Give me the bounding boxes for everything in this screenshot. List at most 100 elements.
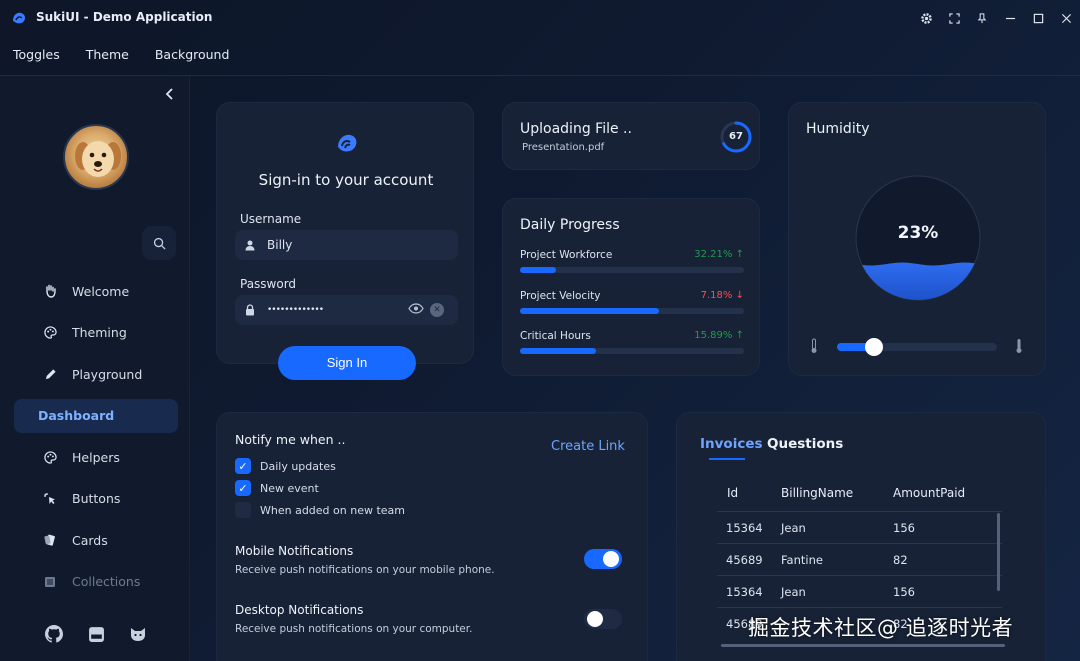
upload-title: Uploading File ..: [520, 121, 632, 137]
sidebar-item-theming[interactable]: Theming: [14, 316, 178, 350]
slider-thumb[interactable]: [864, 338, 883, 356]
user-icon: [245, 240, 259, 251]
sidebar-item-buttons[interactable]: Buttons: [14, 482, 178, 516]
progress-value: 15.89% ↑: [694, 330, 744, 341]
column-header-billingname[interactable]: BillingName: [781, 486, 853, 500]
sidebar-item-label: Dashboard: [38, 408, 115, 423]
checkbox-label: When added on new team: [260, 503, 406, 517]
cards-icon: [42, 532, 58, 548]
search-button[interactable]: [142, 226, 176, 260]
checkbox-checked[interactable]: ✓: [235, 458, 251, 474]
minimize-icon[interactable]: [996, 0, 1024, 36]
sidebar-item-label: Collections: [72, 574, 141, 589]
progress-track: [520, 348, 744, 354]
settings-gear-icon[interactable]: [912, 0, 940, 36]
collection-icon: [42, 574, 58, 590]
daily-progress-card: Daily Progress Project Workforce 32.21% …: [502, 198, 760, 376]
username-field[interactable]: Billy: [235, 230, 458, 260]
sidebar-item-label: Welcome: [72, 283, 130, 299]
eye-icon[interactable]: [408, 303, 424, 317]
close-icon[interactable]: [1052, 0, 1080, 36]
cell-id: 45689: [726, 553, 763, 567]
table-row[interactable]: 45689 Fantine 82: [717, 543, 1002, 575]
sidebar-item-label: Buttons: [72, 491, 121, 506]
checkbox-daily-updates[interactable]: ✓ Daily updates: [235, 458, 336, 474]
chevron-left-icon[interactable]: [160, 86, 180, 106]
arrow-down-icon: ↓: [735, 290, 744, 301]
app-logo-icon: [13, 12, 25, 24]
progress-row: Critical Hours 15.89% ↑: [520, 330, 744, 354]
progress-fill: [520, 308, 659, 314]
hand-wave-icon: [42, 283, 58, 299]
tab-questions[interactable]: Questions: [767, 436, 843, 452]
fullscreen-icon[interactable]: [940, 0, 968, 36]
cell-billingname: Jean: [781, 521, 806, 535]
pin-icon[interactable]: [968, 0, 996, 36]
notify-title: Notify me when ..: [235, 432, 346, 447]
sidebar-item-collections[interactable]: Collections: [14, 565, 178, 599]
cell-amountpaid: 156: [893, 585, 915, 599]
progress-fill: [520, 348, 597, 354]
palette-icon: [42, 325, 58, 341]
github-icon[interactable]: [44, 624, 64, 644]
window-app-icon[interactable]: [86, 624, 106, 644]
create-link-button[interactable]: Create Link: [551, 439, 625, 454]
humidity-value: 23%: [897, 223, 939, 243]
column-header-id[interactable]: Id: [727, 486, 738, 500]
checkbox-checked[interactable]: ✓: [235, 480, 251, 496]
daily-progress-title: Daily Progress: [520, 217, 620, 233]
password-field[interactable]: ••••••••••••• ✕: [235, 295, 458, 325]
checkbox-new-event[interactable]: ✓ New event: [235, 480, 319, 496]
checkbox-added-team[interactable]: When added on new team: [235, 502, 405, 518]
password-label: Password: [240, 277, 297, 291]
app-logo-icon: [338, 134, 357, 152]
menu-toggles[interactable]: Toggles: [0, 40, 73, 70]
signin-button[interactable]: Sign In: [278, 346, 416, 380]
cell-amountpaid: 156: [893, 521, 915, 535]
menu-bar: Toggles Theme Background: [0, 40, 242, 70]
checkbox-label: Daily updates: [260, 459, 336, 473]
avatar[interactable]: [63, 124, 129, 190]
checkbox-unchecked[interactable]: [235, 502, 251, 518]
mobile-notifications-toggle[interactable]: [584, 549, 622, 569]
table-row[interactable]: 15364 Jean 156: [717, 575, 1002, 607]
upload-percent: 67: [729, 131, 743, 142]
humidity-card: Humidity 23%: [788, 102, 1046, 376]
menu-background[interactable]: Background: [142, 40, 243, 70]
humidity-title: Humidity: [806, 121, 870, 137]
sidebar-nav: Welcome Theming Playground Dashboard Hel…: [14, 274, 178, 606]
cat-icon[interactable]: [128, 624, 148, 644]
signin-heading: Sign-in to your account: [258, 171, 434, 189]
cell-id: 15364: [726, 521, 763, 535]
arrow-up-icon: ↑: [735, 249, 744, 260]
table-horizontal-scrollbar[interactable]: [721, 644, 1005, 647]
sidebar-item-label: Playground: [72, 366, 143, 382]
username-label: Username: [240, 212, 302, 226]
desktop-notifications-desc: Receive push notifications on your compu…: [235, 623, 473, 635]
sidebar-item-helpers[interactable]: Helpers: [14, 440, 178, 474]
arrow-up-icon: ↑: [735, 330, 744, 341]
column-header-amountpaid[interactable]: AmountPaid: [893, 486, 965, 500]
desktop-notifications-toggle[interactable]: [584, 609, 622, 629]
progress-value: 32.21% ↑: [694, 249, 744, 260]
clear-icon[interactable]: ✕: [430, 303, 444, 317]
notify-card: Notify me when .. Create Link ✓ Daily up…: [216, 412, 648, 661]
humidity-slider[interactable]: [837, 338, 997, 356]
tab-invoices[interactable]: Invoices: [700, 436, 763, 452]
table-row[interactable]: 15364 Jean 156: [717, 511, 1002, 543]
sidebar-item-label: Theming: [72, 325, 127, 340]
table-vertical-scrollbar[interactable]: [997, 513, 1000, 591]
sidebar-item-label: Cards: [72, 532, 108, 548]
menu-theme[interactable]: Theme: [73, 40, 142, 70]
progress-track: [520, 308, 744, 314]
sidebar-item-welcome[interactable]: Welcome: [14, 274, 178, 308]
maximize-icon[interactable]: [1024, 0, 1052, 36]
sidebar-item-cards[interactable]: Cards: [14, 523, 178, 557]
password-value: •••••••••••••: [267, 305, 324, 315]
username-value: Billy: [267, 238, 293, 252]
tab-underline: [709, 458, 745, 460]
palette-icon: [42, 449, 58, 465]
sidebar-item-dashboard[interactable]: Dashboard: [14, 398, 178, 433]
sidebar-item-playground[interactable]: Playground: [14, 357, 178, 391]
upload-card: Uploading File .. Presentation.pdf 67: [502, 102, 760, 170]
